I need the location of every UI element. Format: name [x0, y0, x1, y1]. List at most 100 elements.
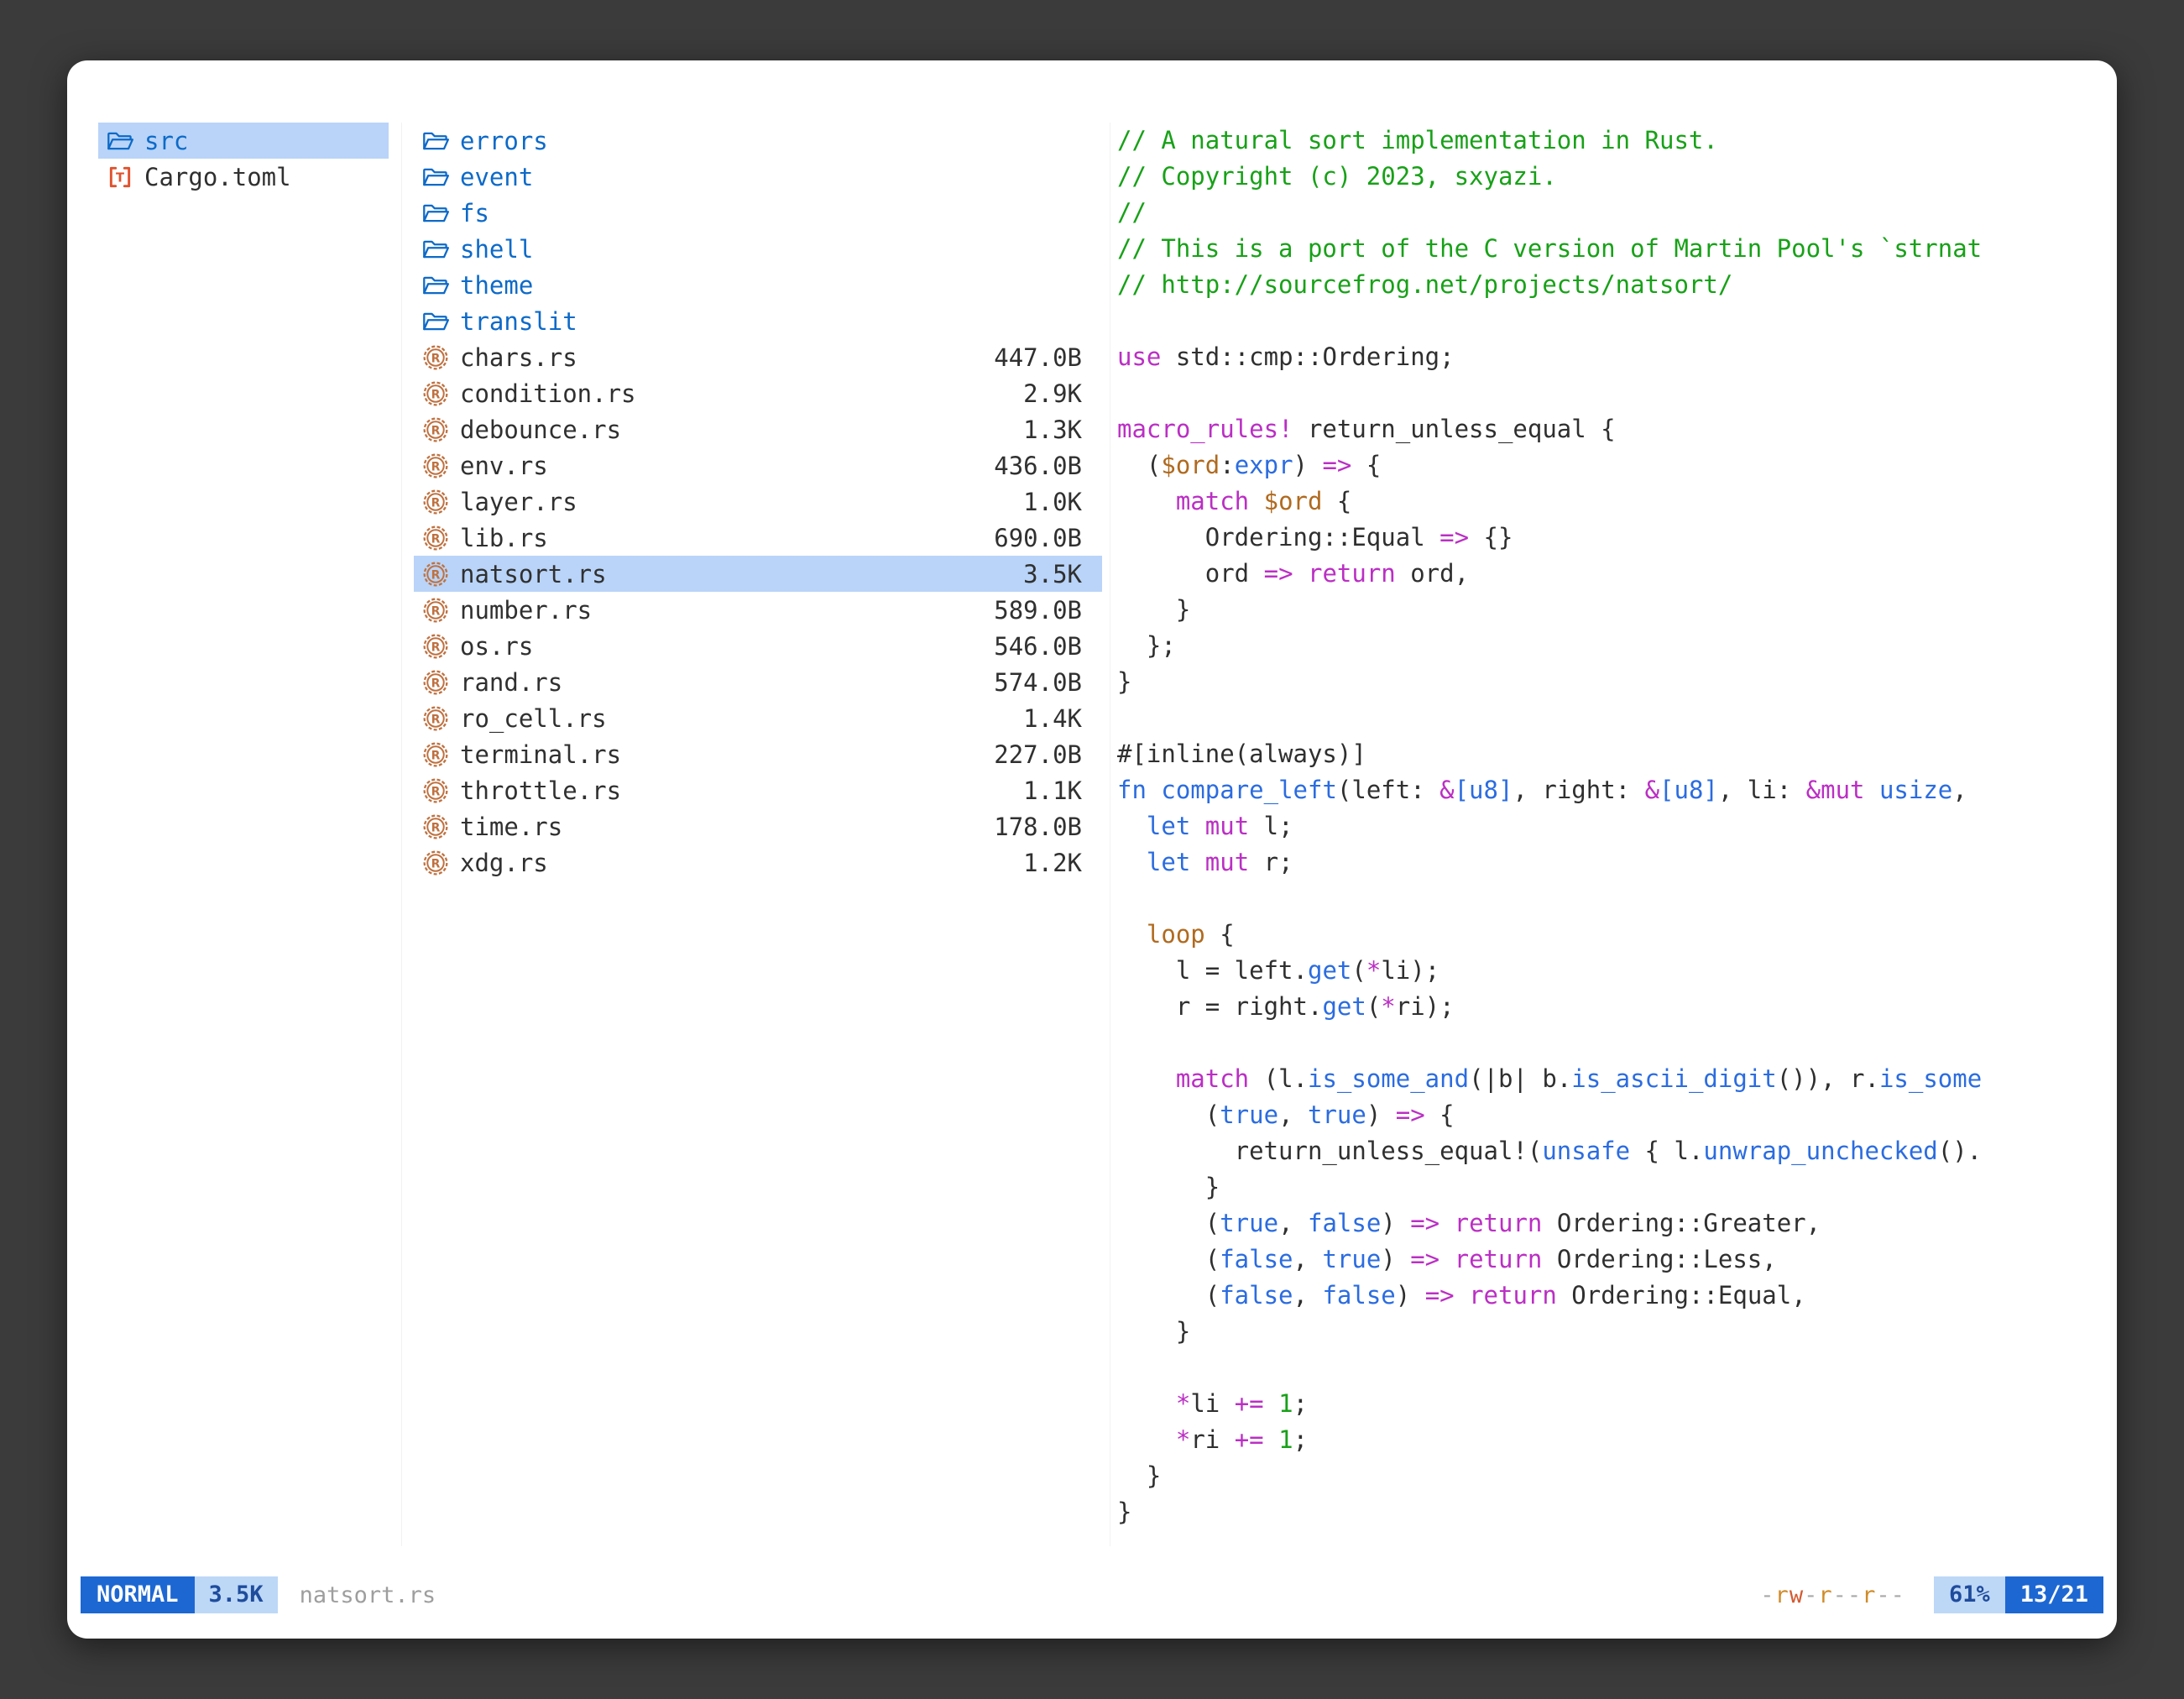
scroll-percent: 61% [1934, 1576, 2005, 1613]
file-name: chars.rs [460, 343, 577, 372]
file-item-number.rs[interactable]: Rnumber.rs 589.0B [414, 592, 1102, 628]
code-line [1117, 303, 2112, 339]
code-line [1117, 700, 2112, 736]
file-name: condition.rs [460, 379, 636, 408]
file-size: 1.3K [1023, 416, 1082, 444]
file-size: 436.0B [994, 452, 1082, 480]
file-item-condition.rs[interactable]: Rcondition.rs2.9K [414, 375, 1102, 411]
file-item-layer.rs[interactable]: Rlayer.rs1.0K [414, 484, 1102, 520]
svg-text:R: R [431, 677, 441, 690]
status-bar: NORMAL 3.5K natsort.rs -rw-r--r-- 61% 13… [81, 1576, 2103, 1613]
code-line: ($ord:expr) => { [1117, 447, 2112, 484]
dir-item-fs[interactable]: fs [414, 195, 1102, 231]
file-item-ro_cell.rs[interactable]: Rro_cell.rs1.4K [414, 700, 1102, 736]
file-name: theme [460, 271, 533, 300]
rust-icon: R [422, 813, 449, 840]
file-name: number.rs [460, 596, 592, 625]
file-name: time.rs [460, 813, 562, 841]
code-line: } [1117, 1314, 2112, 1350]
code-line: } [1117, 1494, 2112, 1530]
mode-badge: NORMAL [81, 1576, 195, 1613]
code-line: return_unless_equal!(unsafe { l.unwrap_u… [1117, 1133, 2112, 1169]
file-name: lib.rs [460, 524, 548, 552]
status-left: NORMAL 3.5K natsort.rs [81, 1576, 436, 1613]
file-size: 1.2K [1023, 849, 1082, 877]
dir-item-src[interactable]: src [98, 123, 389, 159]
svg-text:R: R [431, 749, 441, 762]
code-line: *li += 1; [1117, 1386, 2112, 1422]
rust-icon: R [422, 416, 449, 443]
file-name: terminal.rs [460, 740, 621, 769]
folder-icon [422, 200, 449, 227]
code-line [1117, 881, 2112, 917]
yazi-window: src TCargo.toml errorseventfsshell theme tr… [67, 60, 2117, 1639]
file-size: 227.0B [994, 740, 1082, 769]
rust-icon: R [422, 597, 449, 624]
parent-panel: src TCargo.toml [98, 123, 389, 1546]
folder-icon [107, 128, 133, 154]
code-line: // [1117, 195, 2112, 231]
code-line: // This is a port of the C version of Ma… [1117, 231, 2112, 267]
cursor-position: 13/21 [2005, 1576, 2103, 1613]
file-name: src [144, 127, 188, 155]
code-line [1117, 1350, 2112, 1386]
rust-icon: R [422, 561, 449, 588]
file-size: 447.0B [994, 343, 1082, 372]
file-size: 3.5K [1023, 560, 1082, 588]
rust-icon: R [422, 741, 449, 768]
dir-item-translit[interactable]: translit [414, 303, 1102, 339]
file-name: rand.rs [460, 668, 562, 697]
dir-item-shell[interactable]: shell [414, 231, 1102, 267]
code-line: } [1117, 592, 2112, 628]
dir-item-event[interactable]: event [414, 159, 1102, 195]
code-line: fn compare_left(left: &[u8], right: &[u8… [1117, 772, 2112, 808]
dir-item-errors[interactable]: errors [414, 123, 1102, 159]
file-item-os.rs[interactable]: Ros.rs546.0B [414, 628, 1102, 664]
file-item-lib.rs[interactable]: Rlib.rs 690.0B [414, 520, 1102, 556]
svg-text:R: R [431, 785, 441, 798]
code-line: let mut l; [1117, 808, 2112, 844]
code-line: l = left.get(*li); [1117, 953, 2112, 989]
code-line: ord => return ord, [1117, 556, 2112, 592]
svg-text:R: R [431, 532, 441, 546]
folder-icon [422, 128, 449, 154]
code-line: (true, true) => { [1117, 1097, 2112, 1133]
file-name: translit [460, 307, 577, 336]
rust-icon: R [422, 452, 449, 479]
rust-icon: R [422, 850, 449, 876]
rust-icon: R [422, 525, 449, 552]
svg-text:R: R [431, 604, 441, 618]
file-item-xdg.rs[interactable]: Rxdg.rs1.2K [414, 844, 1102, 881]
file-item-time.rs[interactable]: Rtime.rs178.0B [414, 808, 1102, 844]
svg-text:R: R [431, 568, 441, 582]
file-name: Cargo.toml [144, 163, 291, 191]
code-line: // Copyright (c) 2023, sxyazi. [1117, 159, 2112, 195]
file-size: 690.0B [994, 524, 1082, 552]
svg-text:R: R [431, 857, 441, 870]
code-line: // A natural sort implementation in Rust… [1117, 123, 2112, 159]
file-item-rand.rs[interactable]: Rrand.rs 574.0B [414, 664, 1102, 700]
file-item-env.rs[interactable]: Renv.rs436.0B [414, 447, 1102, 484]
svg-text:R: R [431, 388, 441, 401]
rust-icon: R [422, 777, 449, 804]
parent-list: src TCargo.toml [98, 123, 389, 195]
dir-item-theme[interactable]: theme [414, 267, 1102, 303]
file-name: ro_cell.rs [460, 704, 607, 733]
file-item-natsort.rs[interactable]: Rnatsort.rs3.5K [414, 556, 1102, 592]
file-item-chars.rs[interactable]: Rchars.rs447.0B [414, 339, 1102, 375]
file-name: throttle.rs [460, 776, 621, 805]
file-item-terminal.rs[interactable]: Rterminal.rs 227.0B [414, 736, 1102, 772]
file-item-throttle.rs[interactable]: Rthrottle.rs1.1K [414, 772, 1102, 808]
file-size: 589.0B [994, 596, 1082, 625]
code-line: } [1117, 1458, 2112, 1494]
code-line: let mut r; [1117, 844, 2112, 881]
file-size: 574.0B [994, 668, 1082, 697]
code-line: #[inline(always)] [1117, 736, 2112, 772]
code-line [1117, 1025, 2112, 1061]
svg-text:R: R [431, 821, 441, 834]
rust-icon: R [422, 489, 449, 515]
file-item-Cargo.toml[interactable]: TCargo.toml [98, 159, 389, 195]
folder-icon [422, 308, 449, 335]
file-item-debounce.rs[interactable]: Rdebounce.rs1.3K [414, 411, 1102, 447]
svg-text:R: R [431, 424, 441, 437]
